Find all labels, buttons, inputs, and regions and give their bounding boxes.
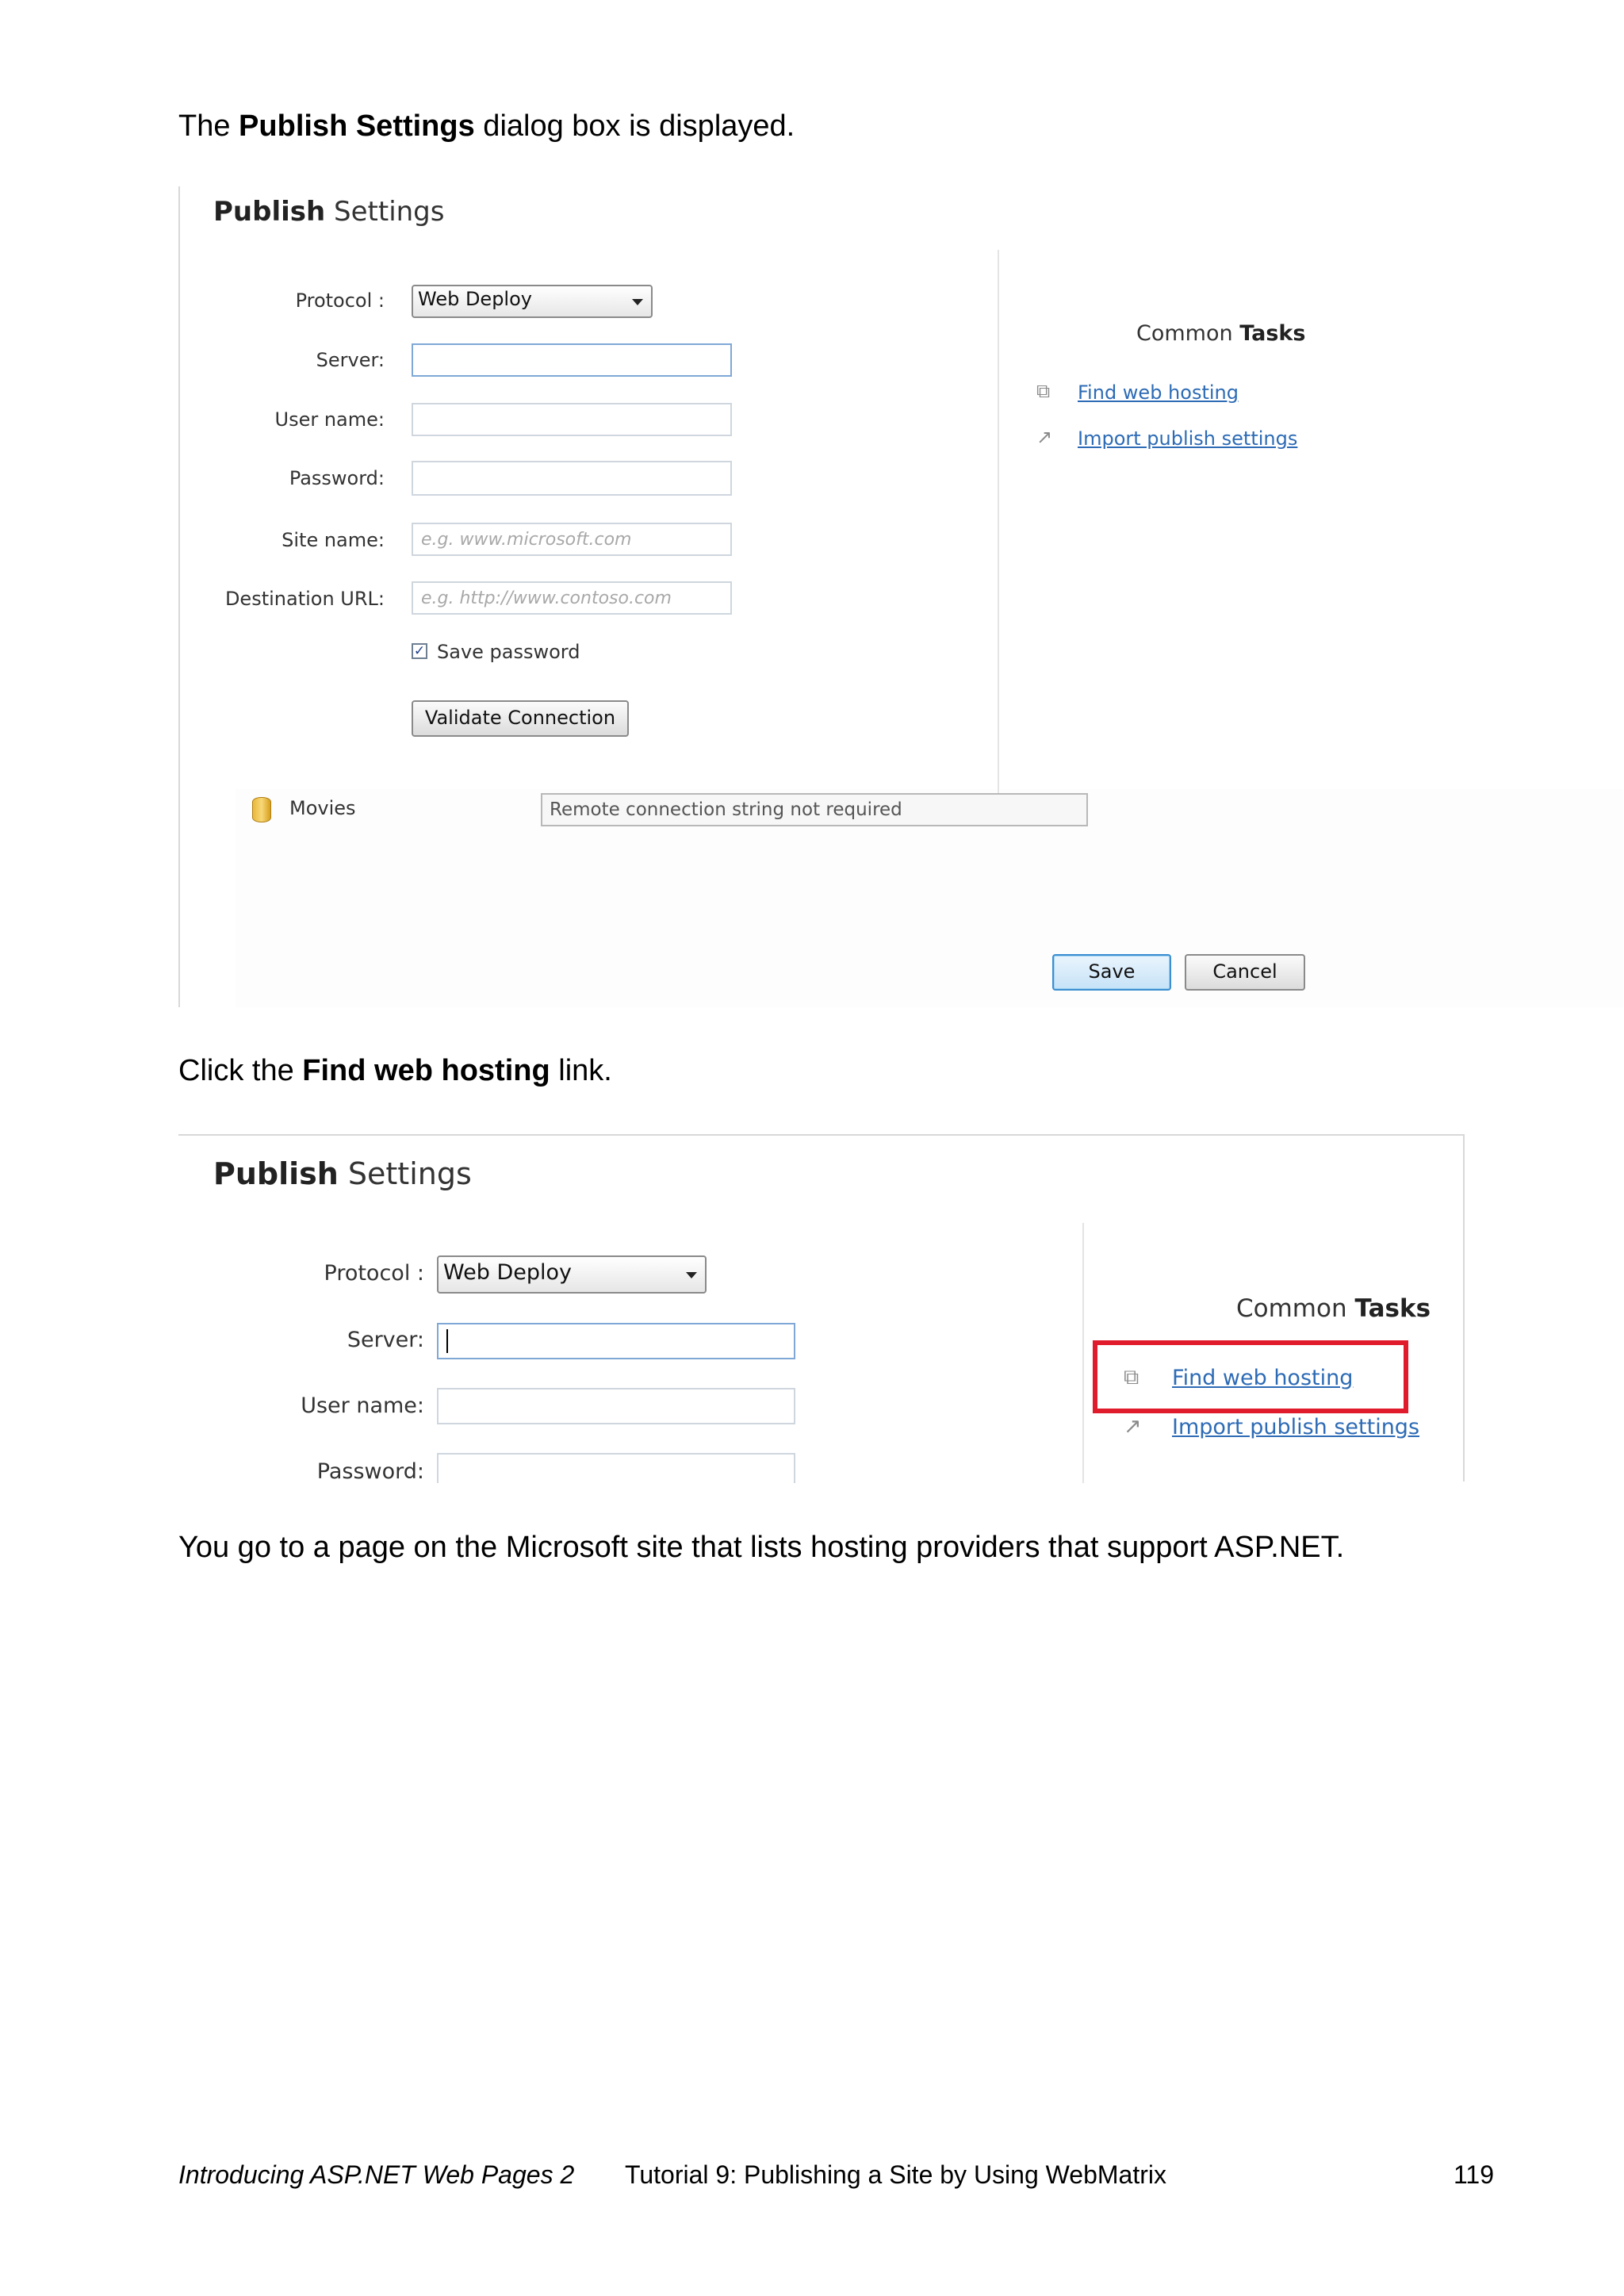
find-web-hosting-link[interactable]: Find web hosting	[1078, 381, 1239, 404]
save-password-label: Save password	[437, 641, 580, 663]
database-icon	[252, 797, 271, 822]
result-text: You go to a page on the Microsoft site t…	[178, 1531, 1345, 1564]
chevron-down-icon	[686, 1272, 697, 1278]
instruction-bold: Find web hosting	[302, 1054, 550, 1087]
chevron-down-icon	[632, 299, 643, 305]
intro-text: The Publish Settings dialog box is displ…	[178, 109, 795, 143]
username-input[interactable]	[412, 403, 732, 436]
find-hosting-icon: ⧉	[1124, 1365, 1139, 1389]
password-input[interactable]	[437, 1453, 795, 1483]
save-password-checkbox[interactable]: ✓	[412, 643, 427, 659]
database-name: Movies	[289, 797, 356, 819]
save-button[interactable]: Save	[1052, 954, 1171, 991]
server-label: Server:	[347, 1328, 424, 1352]
footer-book-title: Introducing ASP.NET Web Pages 2	[178, 2160, 575, 2189]
import-publish-settings-link[interactable]: Import publish settings	[1172, 1415, 1419, 1439]
intro-bold: Publish Settings	[239, 109, 475, 143]
import-icon: ↗	[1036, 426, 1053, 448]
server-input[interactable]	[437, 1323, 795, 1359]
dialog-title: Publish Settings	[213, 1156, 472, 1191]
validate-connection-button[interactable]: Validate Connection	[412, 700, 629, 737]
password-label: Password:	[316, 1459, 424, 1484]
publish-settings-screenshot-2: Publish Settings Protocol : Web Deploy S…	[178, 1134, 1465, 1484]
password-input[interactable]	[412, 461, 732, 496]
find-web-hosting-link[interactable]: Find web hosting	[1172, 1366, 1353, 1390]
text-cursor	[446, 1329, 448, 1353]
username-input[interactable]	[437, 1388, 795, 1424]
destination-input[interactable]: e.g. http://www.contoso.com	[412, 581, 732, 615]
sitename-input[interactable]: e.g. www.microsoft.com	[412, 523, 732, 556]
instruction-text: Click the Find web hosting link.	[178, 1054, 612, 1087]
common-tasks-heading: Common Tasks	[1236, 1294, 1431, 1323]
page-number: 119	[1454, 2160, 1495, 2189]
protocol-select[interactable]: Web Deploy	[412, 285, 653, 318]
protocol-label: Protocol :	[295, 289, 385, 312]
username-label: User name:	[301, 1393, 424, 1418]
dialog-title: Publish Settings	[213, 196, 445, 228]
username-label: User name:	[274, 408, 385, 431]
password-label: Password:	[289, 467, 385, 489]
protocol-select[interactable]: Web Deploy	[437, 1255, 707, 1294]
common-tasks-heading: Common Tasks	[1136, 321, 1306, 346]
publish-settings-screenshot-1: Publish Settings Protocol : Web Deploy S…	[178, 186, 1623, 1007]
import-icon: ↗	[1124, 1414, 1142, 1439]
find-hosting-icon: ⧉	[1036, 380, 1051, 402]
server-label: Server:	[316, 349, 385, 371]
import-publish-settings-link[interactable]: Import publish settings	[1078, 427, 1297, 450]
footer-chapter-title: Tutorial 9: Publishing a Site by Using W…	[625, 2160, 1166, 2189]
sitename-label: Site name:	[282, 529, 385, 551]
server-input[interactable]	[412, 343, 732, 377]
destination-label: Destination URL:	[224, 588, 385, 610]
protocol-label: Protocol :	[324, 1261, 424, 1286]
cancel-button[interactable]: Cancel	[1185, 954, 1305, 991]
connection-string-field: Remote connection string not required	[541, 793, 1088, 826]
